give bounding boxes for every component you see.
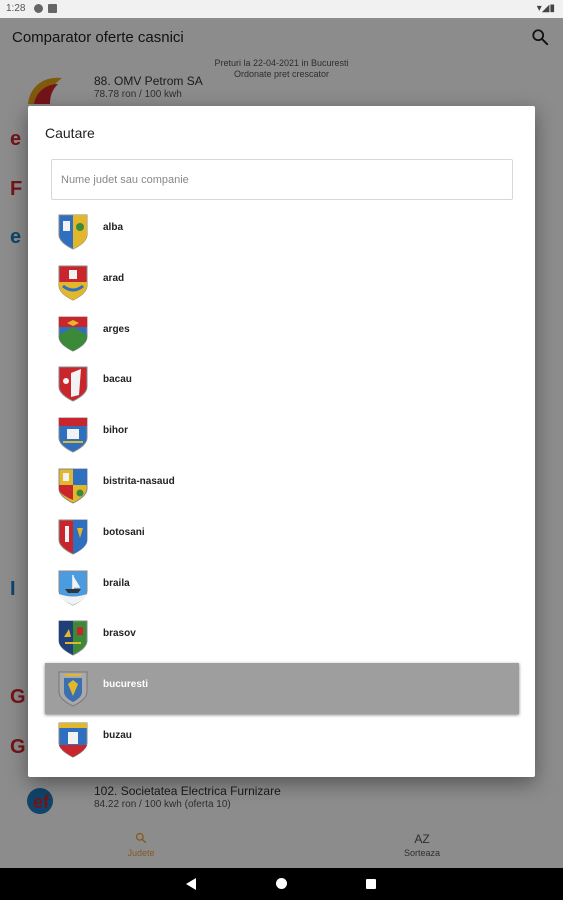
county-item-arges[interactable]: arges (45, 308, 519, 359)
county-name: bacau (103, 374, 132, 386)
county-list: alba arad arges bacau bihor bistrita-nas… (45, 206, 519, 765)
notification-icon (48, 4, 57, 13)
arges-crest-icon (58, 316, 88, 352)
brasov-crest-icon (58, 620, 88, 656)
county-item-brasov[interactable]: brasov (45, 612, 519, 663)
county-name: bucuresti (103, 679, 149, 691)
county-name: bistrita-nasaud (103, 475, 175, 487)
back-icon[interactable] (186, 878, 196, 890)
county-name: buzau (103, 729, 132, 741)
county-item-bacau[interactable]: bacau (45, 358, 519, 409)
status-time: 1:28 (6, 3, 26, 14)
buzau-crest-icon (58, 722, 88, 758)
county-item-bucuresti[interactable]: bucuresti (45, 663, 519, 714)
bacau-crest-icon (58, 366, 88, 402)
bistrita-nasaud-crest-icon (58, 468, 88, 504)
home-icon[interactable] (276, 878, 287, 889)
county-name: arad (103, 272, 125, 284)
county-item-buzau[interactable]: buzau (45, 714, 519, 765)
county-name: alba (103, 222, 124, 233)
dialog-title: Cautare (45, 125, 95, 141)
braila-crest-icon (58, 570, 88, 606)
notification-icon (34, 4, 43, 13)
botosani-crest-icon (58, 519, 88, 555)
county-name: brasov (103, 628, 136, 640)
bucuresti-crest-icon (58, 671, 88, 707)
county-item-arad[interactable]: arad (45, 257, 519, 308)
search-dialog: Cautare alba arad (28, 106, 535, 777)
county-name: braila (103, 577, 130, 589)
county-name: botosani (103, 526, 145, 538)
county-name: arges (103, 323, 130, 335)
status-bar: 1:28 ▾◢▮ (0, 0, 563, 18)
county-name: bihor (103, 425, 128, 437)
county-item-alba[interactable]: alba (45, 206, 519, 257)
bihor-crest-icon (58, 417, 88, 453)
county-item-botosani[interactable]: botosani (45, 511, 519, 562)
system-navigation-bar (0, 868, 563, 900)
county-item-bihor[interactable]: bihor (45, 409, 519, 460)
search-input[interactable] (51, 159, 513, 200)
arad-crest-icon (58, 265, 88, 301)
recents-icon[interactable] (366, 879, 376, 889)
county-item-braila[interactable]: braila (45, 562, 519, 613)
alba-crest-icon (58, 214, 88, 250)
status-icons: ▾◢▮ (536, 3, 555, 14)
county-item-bistrita-nasaud[interactable]: bistrita-nasaud (45, 460, 519, 511)
